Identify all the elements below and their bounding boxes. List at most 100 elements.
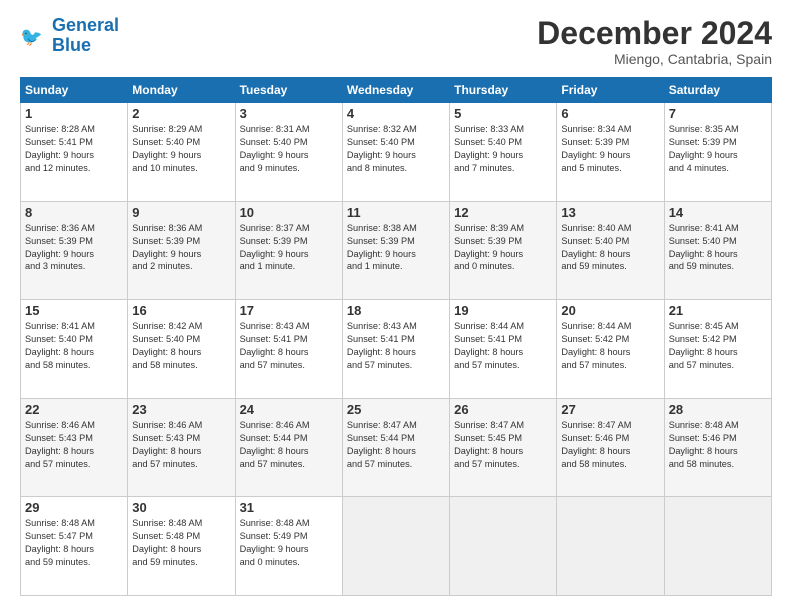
day-info: Sunrise: 8:46 AMSunset: 5:43 PMDaylight:… (132, 419, 230, 471)
weekday-header-tuesday: Tuesday (235, 78, 342, 103)
day-info: Sunrise: 8:29 AMSunset: 5:40 PMDaylight:… (132, 123, 230, 175)
day-number: 26 (454, 402, 552, 417)
day-number: 21 (669, 303, 767, 318)
calendar-day-13: 13 Sunrise: 8:40 AMSunset: 5:40 PMDayligh… (557, 201, 664, 300)
day-info: Sunrise: 8:43 AMSunset: 5:41 PMDaylight:… (240, 320, 338, 372)
month-title: December 2024 (537, 16, 772, 51)
day-number: 3 (240, 106, 338, 121)
calendar-day-6: 6 Sunrise: 8:34 AMSunset: 5:39 PMDaylight… (557, 103, 664, 202)
calendar-week-2: 8 Sunrise: 8:36 AMSunset: 5:39 PMDaylight… (21, 201, 772, 300)
calendar-day-25: 25Sunrise: 8:47 AMSunset: 5:44 PMDayligh… (342, 398, 449, 497)
day-number: 4 (347, 106, 445, 121)
day-info: Sunrise: 8:39 AMSunset: 5:39 PMDaylight:… (454, 222, 552, 274)
day-info: Sunrise: 8:43 AMSunset: 5:41 PMDaylight:… (347, 320, 445, 372)
weekday-header-wednesday: Wednesday (342, 78, 449, 103)
svg-text:🐦: 🐦 (20, 27, 43, 47)
calendar-day-30: 30Sunrise: 8:48 AMSunset: 5:48 PMDayligh… (128, 497, 235, 596)
day-number: 1 (25, 106, 123, 121)
calendar-week-3: 15 Sunrise: 8:41 AMSunset: 5:40 PMDayligh… (21, 300, 772, 399)
day-info: Sunrise: 8:40 AMSunset: 5:40 PMDaylight:… (561, 222, 659, 274)
day-number: 25 (347, 402, 445, 417)
day-number: 14 (669, 205, 767, 220)
calendar-week-5: 29Sunrise: 8:48 AMSunset: 5:47 PMDayligh… (21, 497, 772, 596)
calendar-day-12: 12 Sunrise: 8:39 AMSunset: 5:39 PMDayligh… (450, 201, 557, 300)
day-number: 16 (132, 303, 230, 318)
day-info: Sunrise: 8:47 AMSunset: 5:45 PMDaylight:… (454, 419, 552, 471)
empty-cell (450, 497, 557, 596)
weekday-header-thursday: Thursday (450, 78, 557, 103)
day-number: 20 (561, 303, 659, 318)
day-info: Sunrise: 8:42 AMSunset: 5:40 PMDaylight:… (132, 320, 230, 372)
logo-general: General (52, 15, 119, 35)
day-info: Sunrise: 8:44 AMSunset: 5:42 PMDaylight:… (561, 320, 659, 372)
day-info: Sunrise: 8:47 AMSunset: 5:46 PMDaylight:… (561, 419, 659, 471)
day-number: 2 (132, 106, 230, 121)
day-info: Sunrise: 8:41 AMSunset: 5:40 PMDaylight:… (669, 222, 767, 274)
day-info: Sunrise: 8:31 AMSunset: 5:40 PMDaylight:… (240, 123, 338, 175)
calendar-day-16: 16 Sunrise: 8:42 AMSunset: 5:40 PMDayligh… (128, 300, 235, 399)
day-number: 23 (132, 402, 230, 417)
calendar-day-10: 10Sunrise: 8:37 AMSunset: 5:39 PMDayligh… (235, 201, 342, 300)
day-info: Sunrise: 8:48 AMSunset: 5:48 PMDaylight:… (132, 517, 230, 569)
calendar-day-26: 26 Sunrise: 8:47 AMSunset: 5:45 PMDayligh… (450, 398, 557, 497)
day-number: 8 (25, 205, 123, 220)
day-number: 29 (25, 500, 123, 515)
location: Miengo, Cantabria, Spain (537, 51, 772, 67)
calendar-day-20: 20 Sunrise: 8:44 AMSunset: 5:42 PMDayligh… (557, 300, 664, 399)
calendar-day-31: 31 Sunrise: 8:48 AMSunset: 5:49 PMDayligh… (235, 497, 342, 596)
logo-blue: Blue (52, 35, 91, 55)
calendar-day-4: 4 Sunrise: 8:32 AMSunset: 5:40 PMDaylight… (342, 103, 449, 202)
weekday-header-friday: Friday (557, 78, 664, 103)
day-number: 24 (240, 402, 338, 417)
day-info: Sunrise: 8:36 AMSunset: 5:39 PMDaylight:… (25, 222, 123, 274)
day-number: 9 (132, 205, 230, 220)
day-info: Sunrise: 8:37 AMSunset: 5:39 PMDaylight:… (240, 222, 338, 274)
title-block: December 2024 Miengo, Cantabria, Spain (537, 16, 772, 67)
day-info: Sunrise: 8:28 AMSunset: 5:41 PMDaylight:… (25, 123, 123, 175)
day-info: Sunrise: 8:33 AMSunset: 5:40 PMDaylight:… (454, 123, 552, 175)
day-number: 17 (240, 303, 338, 318)
calendar-day-9: 9Sunrise: 8:36 AMSunset: 5:39 PMDaylight… (128, 201, 235, 300)
day-info: Sunrise: 8:44 AMSunset: 5:41 PMDaylight:… (454, 320, 552, 372)
day-info: Sunrise: 8:32 AMSunset: 5:40 PMDaylight:… (347, 123, 445, 175)
day-info: Sunrise: 8:46 AMSunset: 5:43 PMDaylight:… (25, 419, 123, 471)
header: 🐦 General Blue December 2024 Miengo, Can… (20, 16, 772, 67)
day-info: Sunrise: 8:48 AMSunset: 5:49 PMDaylight:… (240, 517, 338, 569)
calendar-day-7: 7Sunrise: 8:35 AMSunset: 5:39 PMDaylight… (664, 103, 771, 202)
calendar-day-21: 21Sunrise: 8:45 AMSunset: 5:42 PMDayligh… (664, 300, 771, 399)
calendar-day-18: 18 Sunrise: 8:43 AMSunset: 5:41 PMDayligh… (342, 300, 449, 399)
empty-cell (664, 497, 771, 596)
logo-bird-icon: 🐦 (20, 22, 48, 50)
day-number: 13 (561, 205, 659, 220)
day-number: 19 (454, 303, 552, 318)
day-number: 11 (347, 205, 445, 220)
calendar-day-11: 11 Sunrise: 8:38 AMSunset: 5:39 PMDayligh… (342, 201, 449, 300)
calendar-day-23: 23 Sunrise: 8:46 AMSunset: 5:43 PMDayligh… (128, 398, 235, 497)
calendar-day-27: 27Sunrise: 8:47 AMSunset: 5:46 PMDayligh… (557, 398, 664, 497)
logo-text: General Blue (52, 16, 119, 56)
calendar-day-28: 28 Sunrise: 8:48 AMSunset: 5:46 PMDayligh… (664, 398, 771, 497)
day-number: 5 (454, 106, 552, 121)
day-info: Sunrise: 8:34 AMSunset: 5:39 PMDaylight:… (561, 123, 659, 175)
calendar-day-22: 22 Sunrise: 8:46 AMSunset: 5:43 PMDayligh… (21, 398, 128, 497)
logo: 🐦 General Blue (20, 16, 119, 56)
calendar-day-3: 3 Sunrise: 8:31 AMSunset: 5:40 PMDaylight… (235, 103, 342, 202)
day-number: 28 (669, 402, 767, 417)
day-info: Sunrise: 8:46 AMSunset: 5:44 PMDaylight:… (240, 419, 338, 471)
day-info: Sunrise: 8:48 AMSunset: 5:46 PMDaylight:… (669, 419, 767, 471)
day-number: 15 (25, 303, 123, 318)
day-number: 7 (669, 106, 767, 121)
day-number: 31 (240, 500, 338, 515)
calendar-day-14: 14 Sunrise: 8:41 AMSunset: 5:40 PMDayligh… (664, 201, 771, 300)
day-number: 22 (25, 402, 123, 417)
calendar-day-2: 2 Sunrise: 8:29 AMSunset: 5:40 PMDaylight… (128, 103, 235, 202)
calendar-day-17: 17 Sunrise: 8:43 AMSunset: 5:41 PMDayligh… (235, 300, 342, 399)
day-number: 18 (347, 303, 445, 318)
day-number: 6 (561, 106, 659, 121)
day-info: Sunrise: 8:38 AMSunset: 5:39 PMDaylight:… (347, 222, 445, 274)
day-info: Sunrise: 8:41 AMSunset: 5:40 PMDaylight:… (25, 320, 123, 372)
empty-cell (342, 497, 449, 596)
weekday-header-sunday: Sunday (21, 78, 128, 103)
weekday-header-monday: Monday (128, 78, 235, 103)
day-number: 12 (454, 205, 552, 220)
